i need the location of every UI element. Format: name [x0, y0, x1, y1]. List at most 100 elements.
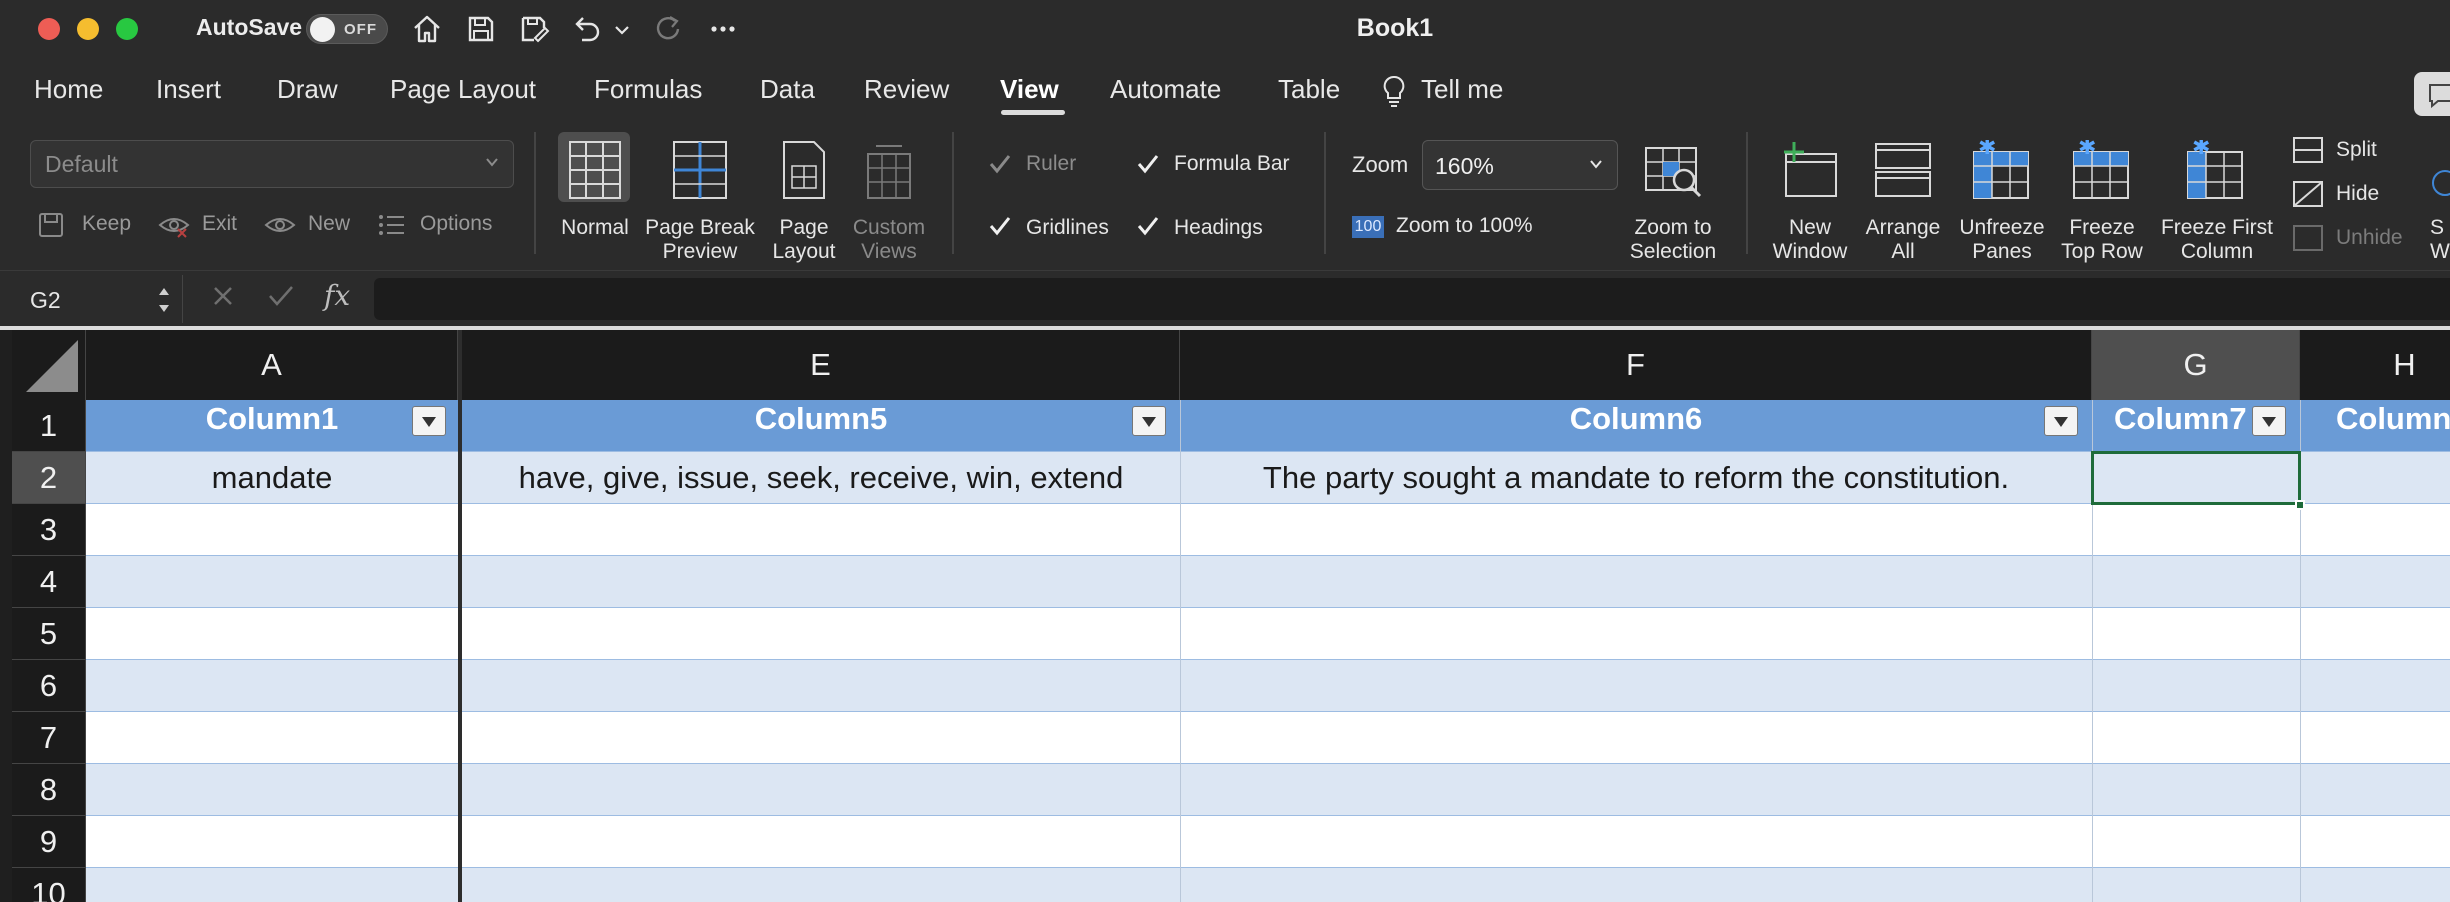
custom-views-button[interactable]: Custom Views [844, 130, 934, 270]
headings-checkbox[interactable] [1134, 212, 1162, 240]
cell-a2[interactable]: mandate [86, 452, 458, 504]
row-header-4[interactable]: 4 [12, 556, 86, 608]
tab-automate[interactable]: Automate [1110, 74, 1221, 105]
arrange-all-button[interactable]: Arrange All [1860, 130, 1946, 270]
tab-data[interactable]: Data [760, 74, 815, 105]
table-row [86, 556, 2450, 608]
name-box[interactable]: G2 [14, 277, 180, 321]
table-row [86, 608, 2450, 660]
unfreeze-panes-icon: ✱ [1973, 140, 2029, 199]
tell-me-search[interactable]: Tell me [1421, 74, 1503, 105]
sheet-view-select[interactable]: Default [30, 140, 514, 188]
tab-view[interactable]: View [1000, 74, 1059, 105]
ribbon-divider [1746, 132, 1748, 254]
fill-handle[interactable] [2295, 500, 2305, 510]
exit-button[interactable]: Exit [202, 212, 237, 236]
filter-dropdown-column7[interactable] [2252, 406, 2286, 436]
freeze-first-column-button[interactable]: ✱ Freeze First Column [2152, 130, 2282, 270]
row-header-7[interactable]: 7 [12, 712, 86, 764]
insert-function-icon[interactable]: fx [324, 279, 350, 312]
column-header-h[interactable]: H [2300, 330, 2450, 400]
cell-f2[interactable]: The party sought a mandate to reform the… [1180, 452, 2092, 504]
custom-views-icon [867, 145, 911, 199]
options-button[interactable]: Options [420, 212, 492, 236]
row-header-1[interactable]: 1 [12, 400, 86, 452]
unfreeze-panes-button[interactable]: ✱ Unfreeze Panes [1954, 130, 2050, 270]
tab-formulas[interactable]: Formulas [594, 74, 702, 105]
table-header-column5[interactable]: Column5 [462, 400, 1180, 440]
keep-button[interactable]: Keep [82, 212, 131, 236]
filter-arrow-icon [1142, 417, 1156, 427]
switch-windows-button[interactable]: SW [2422, 130, 2450, 270]
selected-cell-border [2091, 451, 2301, 505]
zoom-to-100-button[interactable]: Zoom to 100% [1396, 214, 1533, 238]
page-layout-view-button[interactable]: Page Layout [764, 130, 844, 270]
arrange-all-label: Arrange All [1865, 216, 1941, 263]
spreadsheet-grid[interactable]: A E F G H 1 2 3 4 5 6 7 8 9 10 Column1 C… [12, 330, 2450, 902]
column-header-e[interactable]: E [462, 330, 1180, 400]
lightbulb-icon [1380, 74, 1408, 108]
table-row [86, 504, 2450, 556]
stepper-icon [159, 288, 169, 312]
chevron-down-icon [486, 158, 498, 167]
row-divider [86, 659, 2450, 660]
hide-button[interactable]: Hide [2336, 182, 2379, 206]
tab-table[interactable]: Table [1278, 74, 1340, 105]
zoom-to-selection-button[interactable]: Zoom to Selection [1618, 130, 1728, 270]
row-header-10[interactable]: 10 [12, 868, 86, 902]
unhide-icon [2293, 225, 2323, 251]
cancel-entry-icon[interactable] [210, 283, 236, 309]
filter-dropdown-column5[interactable] [1132, 406, 1166, 436]
select-all-button[interactable] [12, 330, 86, 400]
column-header-a[interactable]: A [86, 330, 458, 400]
tab-page-layout[interactable]: Page Layout [390, 74, 536, 105]
cell-h2[interactable] [2300, 452, 2450, 504]
tab-insert[interactable]: Insert [156, 74, 221, 105]
row-divider [86, 607, 2450, 608]
page-break-preview-button[interactable]: Page Break Preview [640, 130, 760, 270]
split-button[interactable]: Split [2336, 138, 2377, 162]
freeze-first-column-label: Freeze First Column [2160, 216, 2273, 263]
table-header-column6[interactable]: Column6 [1180, 400, 2092, 440]
tab-review[interactable]: Review [864, 74, 949, 105]
document-title: Book1 [1356, 14, 1434, 42]
row-header-3[interactable]: 3 [12, 504, 86, 556]
filter-arrow-icon [2054, 417, 2068, 427]
chevron-down-icon [1590, 160, 1602, 169]
row-header-2[interactable]: 2 [12, 452, 86, 504]
column-header-g[interactable]: G [2092, 330, 2300, 400]
filter-dropdown-column6[interactable] [2044, 406, 2078, 436]
row-header-5[interactable]: 5 [12, 608, 86, 660]
exit-view-icon [158, 218, 190, 238]
zoom-select[interactable]: 160% [1422, 140, 1618, 190]
gridlines-checkbox[interactable] [986, 212, 1014, 240]
filter-dropdown-column1[interactable] [412, 406, 446, 436]
tab-draw[interactable]: Draw [277, 74, 338, 105]
freeze-top-row-button[interactable]: ✱ Freeze Top Row [2052, 130, 2152, 270]
table-header-column8[interactable]: Column8 [2300, 400, 2450, 440]
table-row [86, 712, 2450, 764]
normal-view-button[interactable]: Normal [550, 130, 640, 270]
zoom-to-selection-label: Zoom to Selection [1629, 216, 1717, 263]
ruler-checkbox[interactable] [986, 150, 1014, 178]
active-tab-indicator [1001, 110, 1065, 115]
unhide-button[interactable]: Unhide [2336, 226, 2403, 250]
freeze-first-column-icon: ✱ [2187, 140, 2243, 199]
table-header-column1[interactable]: Column1 [86, 400, 458, 440]
table-row [86, 868, 2450, 902]
new-button[interactable]: New [308, 212, 350, 236]
row-header-8[interactable]: 8 [12, 764, 86, 816]
formula-input[interactable] [374, 278, 2450, 320]
formula-bar-checkbox[interactable] [1134, 150, 1162, 178]
row-header-9[interactable]: 9 [12, 816, 86, 868]
comments-button[interactable] [2414, 72, 2450, 116]
column-header-f[interactable]: F [1180, 330, 2092, 400]
tab-home[interactable]: Home [34, 74, 103, 105]
new-window-icon [1784, 142, 1837, 197]
confirm-entry-icon[interactable] [266, 283, 296, 309]
row-header-6[interactable]: 6 [12, 660, 86, 712]
new-window-button[interactable]: New Window [1760, 130, 1860, 270]
sheet-view-value: Default [45, 151, 118, 177]
split-icon [2293, 137, 2323, 163]
cell-e2[interactable]: have, give, issue, seek, receive, win, e… [462, 452, 1180, 504]
